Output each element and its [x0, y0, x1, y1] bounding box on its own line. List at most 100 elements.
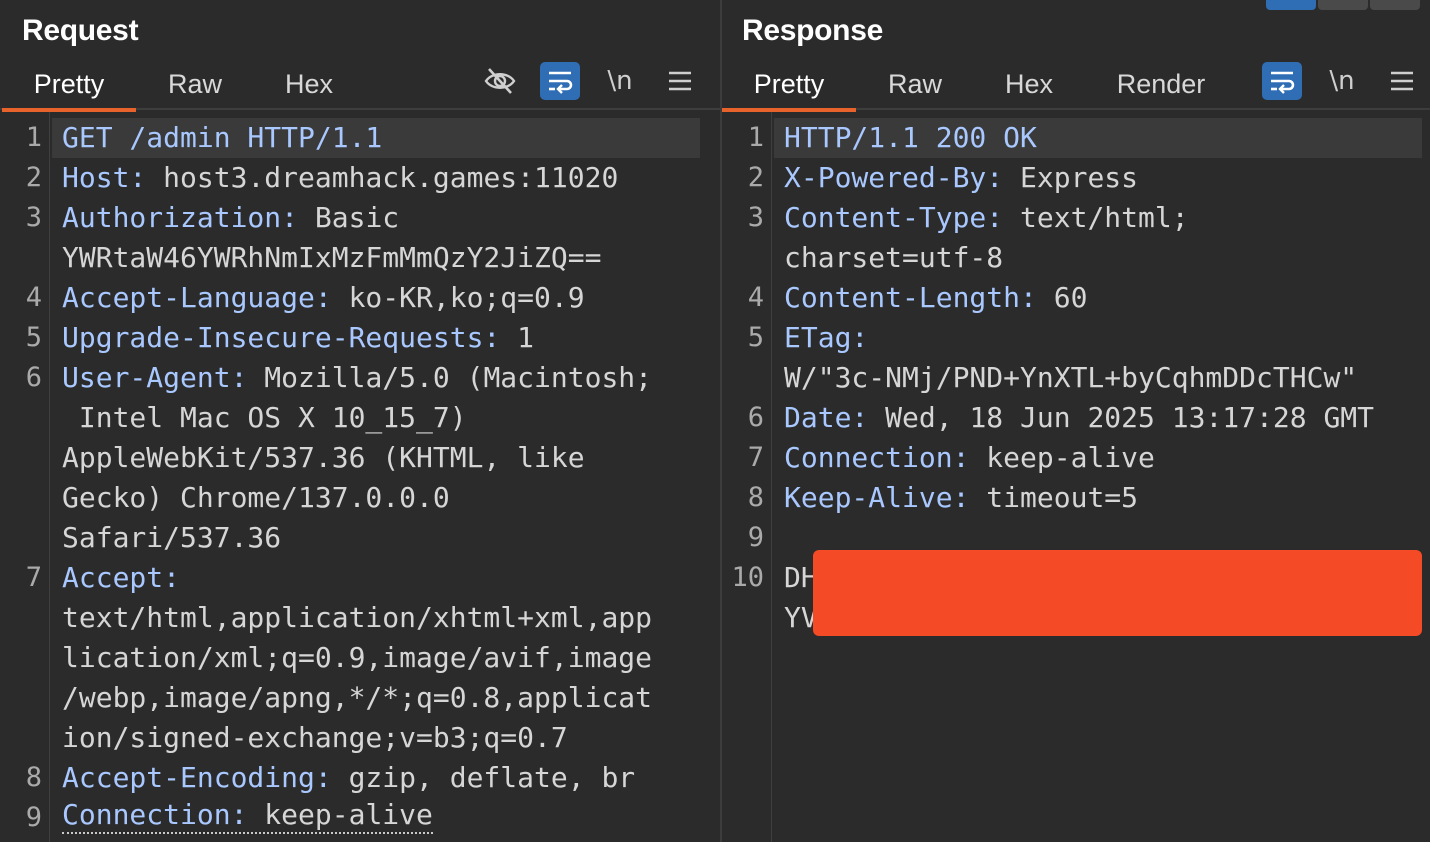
- header-name: ETag:: [784, 321, 869, 354]
- layout-button-horizontal[interactable]: [1318, 0, 1368, 10]
- wrap-lines-icon[interactable]: [1262, 62, 1302, 100]
- code-line: User-Agent: Mozilla/5.0 (Macintosh;: [62, 358, 652, 398]
- code-line: AppleWebKit/537.36 (KHTML, like: [62, 438, 585, 478]
- wrap-lines-icon[interactable]: [540, 62, 580, 100]
- header-name: Connection:: [784, 441, 970, 474]
- header-value: 1: [500, 321, 535, 354]
- code-line: Gecko) Chrome/137.0.0.0: [62, 478, 450, 518]
- header-name: Accept-Language:: [62, 281, 332, 314]
- request-line-numbers: 1 2 3 4 5 6 7 8 9: [0, 112, 50, 842]
- header-name: Content-Type:: [784, 201, 1004, 234]
- response-line-numbers: 1 2 3 4 5 6 7 8 9 10: [722, 112, 772, 842]
- code-line: lication/xml;q=0.9,image/avif,image: [62, 638, 652, 678]
- response-title: Response: [742, 14, 883, 47]
- code-line: Accept:: [62, 558, 180, 598]
- header-value: text/html,application/xhtml+xml,app: [62, 601, 653, 634]
- line-number: 1: [25, 122, 42, 153]
- header-name: HTTP/1.1 200 OK: [784, 121, 1037, 154]
- header-value: Safari/537.36: [62, 521, 282, 554]
- header-value: Express: [1003, 161, 1139, 194]
- header-value: charset=utf-8: [784, 241, 1004, 274]
- request-tab-hex[interactable]: Hex: [268, 64, 350, 110]
- line-number: 5: [747, 322, 764, 353]
- header-name: User-Agent:: [62, 361, 248, 394]
- code-line: Content-Type: text/html;: [784, 198, 1189, 238]
- layout-button-split[interactable]: [1266, 0, 1316, 10]
- code-line: ETag:: [784, 318, 868, 358]
- header-name: Keep-Alive:: [784, 481, 970, 514]
- header-name: Date:: [784, 401, 869, 434]
- header-value: AppleWebKit/537.36 (KHTML, like: [62, 441, 585, 474]
- code-line: Safari/537.36: [62, 518, 281, 558]
- response-code[interactable]: HTTP/1.1 200 OK X-Powered-By: Express Cont…: [774, 112, 1430, 842]
- response-tab-pretty[interactable]: Pretty: [722, 64, 856, 112]
- response-editor[interactable]: 1 2 3 4 5 6 7 8 9 10 HTTP/1.1 200 OK X-Powered-By:…: [722, 112, 1430, 842]
- code-line: charset=utf-8: [784, 238, 1003, 278]
- code-line: Accept-Encoding: gzip, deflate, br: [62, 758, 635, 798]
- line-number: 10: [731, 562, 764, 593]
- layout-buttons: [1266, 0, 1426, 10]
- header-value: ko-KR,ko;q=0.9: [331, 281, 585, 314]
- code-line: text/html,application/xhtml+xml,app: [62, 598, 652, 638]
- request-panel: Request Pretty Raw Hex \n 1 2 3 4 5 6 7 8 9 GET …: [0, 0, 720, 842]
- header-value: W/"3c-NMj/PND+YnXTL+byCqhmDDcTHCw": [784, 361, 1358, 394]
- code-line: /webp,image/apng,*/*;q=0.8,applicat: [62, 678, 652, 718]
- header-value: Gecko) Chrome/137.0.0.0: [62, 481, 450, 514]
- line-number: 9: [747, 522, 764, 553]
- line-number: 6: [747, 402, 764, 433]
- code-line: Keep-Alive: timeout=5: [784, 478, 1138, 518]
- response-tab-render[interactable]: Render: [1102, 64, 1220, 110]
- header-name: Upgrade-Insecure-Requests:: [62, 321, 501, 354]
- header-value: host3.dreamhack.games:11020: [146, 161, 619, 194]
- show-newlines-icon[interactable]: \n: [600, 62, 640, 100]
- line-number: 7: [25, 562, 42, 593]
- header-value: Wed, 18 Jun 2025 13:17:28 GMT: [868, 401, 1375, 434]
- code-line: Host: host3.dreamhack.games:11020: [62, 158, 618, 198]
- line-number: 9: [25, 802, 42, 833]
- header-name: GET /admin HTTP/1.1: [62, 121, 383, 154]
- header-value: text/html;: [1003, 201, 1189, 234]
- request-title: Request: [22, 14, 139, 47]
- header-value: keep-alive: [247, 798, 433, 831]
- request-tab-pretty[interactable]: Pretty: [2, 64, 136, 112]
- code-line: ion/signed-exchange;v=b3;q=0.7: [62, 718, 568, 758]
- code-line: Authorization: Basic: [62, 198, 399, 238]
- request-tab-raw[interactable]: Raw: [150, 64, 240, 110]
- code-line: Accept-Language: ko-KR,ko;q=0.9: [62, 278, 585, 318]
- menu-icon[interactable]: [660, 62, 700, 100]
- layout-button-vertical[interactable]: [1370, 0, 1420, 10]
- response-tab-hex[interactable]: Hex: [988, 64, 1070, 110]
- line-number: 4: [747, 282, 764, 313]
- line-number: 8: [747, 482, 764, 513]
- header-name: Authorization:: [62, 201, 299, 234]
- code-line: HTTP/1.1 200 OK: [784, 118, 1037, 158]
- line-number: 3: [747, 202, 764, 233]
- header-value: /webp,image/apng,*/*;q=0.8,applicat: [62, 681, 653, 714]
- code-line: Content-Length: 60: [784, 278, 1087, 318]
- response-tab-raw[interactable]: Raw: [870, 64, 960, 110]
- line-number: 2: [25, 162, 42, 193]
- code-line: Intel Mac OS X 10_15_7): [62, 398, 467, 438]
- header-name: Accept-Encoding:: [62, 761, 332, 794]
- request-code[interactable]: GET /admin HTTP/1.1 Host: host3.dreamhack…: [52, 112, 720, 842]
- code-line: YWRtaW46YWRhNmIxMzFmMmQzY2JiZQ==: [62, 238, 601, 278]
- hide-nonprintable-eye-slash-icon[interactable]: [480, 62, 520, 100]
- line-number: 5: [25, 322, 42, 353]
- header-value: 60: [1036, 281, 1088, 314]
- menu-icon[interactable]: [1382, 62, 1422, 100]
- code-line: Connection: keep-alive: [784, 438, 1155, 478]
- header-name: Connection:: [62, 798, 248, 831]
- code-line: X-Powered-By: Express: [784, 158, 1138, 198]
- header-name: Host:: [62, 161, 147, 194]
- header-value: timeout=5: [969, 481, 1139, 514]
- header-value: YWRtaW46YWRhNmIxMzFmMmQzY2JiZQ==: [62, 241, 602, 274]
- header-value: ion/signed-exchange;v=b3;q=0.7: [62, 721, 568, 754]
- code-line: Date: Wed, 18 Jun 2025 13:17:28 GMT: [784, 398, 1374, 438]
- code-line: GET /admin HTTP/1.1: [62, 118, 382, 158]
- header-value: Intel Mac OS X 10_15_7): [62, 401, 467, 434]
- line-number: 3: [25, 202, 42, 233]
- line-number: 7: [747, 442, 764, 473]
- request-editor[interactable]: 1 2 3 4 5 6 7 8 9 GET /admin HTTP/1.1 Host: host3…: [0, 112, 720, 842]
- show-newlines-icon[interactable]: \n: [1322, 62, 1362, 100]
- line-number: 8: [25, 762, 42, 793]
